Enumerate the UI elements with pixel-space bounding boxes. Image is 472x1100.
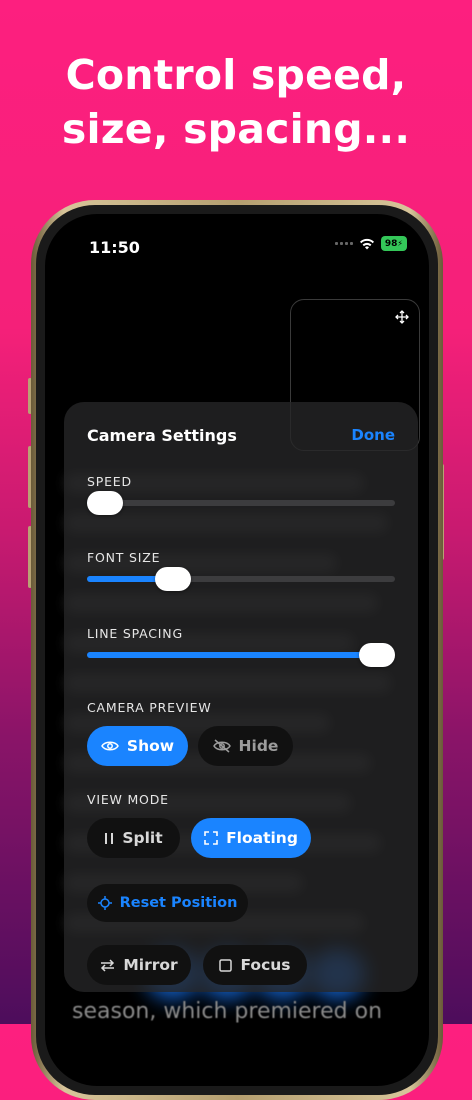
battery-icon: 98⚡: [380, 236, 407, 251]
done-button[interactable]: Done: [351, 426, 395, 444]
swap-arrows-icon: [101, 958, 115, 972]
teleprompter-line: season, which premiered on: [72, 999, 383, 1024]
phone-frame: 11:50 98⚡ season, which premiered on Cam…: [31, 200, 443, 1100]
floating-mode-button[interactable]: Floating: [191, 818, 311, 858]
split-mode-button[interactable]: Split: [87, 818, 180, 858]
speed-label: SPEED: [87, 474, 132, 489]
view-mode-label: VIEW MODE: [87, 792, 169, 807]
slider-thumb[interactable]: [155, 567, 192, 591]
line-spacing-label: LINE SPACING: [87, 626, 183, 641]
hide-label: Hide: [238, 737, 279, 755]
panel-title: Camera Settings: [87, 426, 237, 445]
expand-corners-icon: [204, 831, 218, 845]
reset-position-button[interactable]: Reset Position: [87, 884, 248, 922]
show-label: Show: [126, 737, 175, 755]
wifi-icon: [359, 238, 374, 249]
eye-icon: [101, 741, 119, 751]
focus-label: Focus: [240, 956, 291, 974]
camera-preview-label: CAMERA PREVIEW: [87, 700, 212, 715]
reset-position-label: Reset Position: [119, 895, 238, 911]
phone-screen: 11:50 98⚡ season, which premiered on Cam…: [45, 214, 429, 1086]
status-bar-icons: 98⚡: [334, 236, 407, 251]
cellular-signal-icon: [334, 242, 353, 245]
camera-settings-panel: Camera Settings Done SPEED FONT SIZE LIN…: [64, 402, 418, 992]
headline: Control speed, size, spacing...: [0, 48, 472, 156]
mirror-label: Mirror: [123, 956, 178, 974]
line-spacing-slider[interactable]: [87, 643, 395, 667]
square-icon: [219, 958, 233, 972]
floating-label: Floating: [226, 829, 298, 847]
status-time: 11:50: [89, 238, 140, 257]
mirror-button[interactable]: Mirror: [87, 945, 191, 985]
split-label: Split: [122, 829, 163, 847]
hide-preview-button[interactable]: Hide: [198, 726, 293, 766]
show-preview-button[interactable]: Show: [87, 726, 188, 766]
focus-button[interactable]: Focus: [203, 945, 307, 985]
headline-line-2: size, spacing...: [61, 105, 411, 153]
speed-slider[interactable]: [87, 491, 395, 515]
slider-thumb[interactable]: [358, 643, 395, 667]
font-size-slider[interactable]: [87, 567, 395, 591]
battery-level: 98: [384, 239, 398, 249]
headline-line-1: Control speed,: [65, 51, 407, 99]
font-size-label: FONT SIZE: [87, 550, 161, 565]
slider-thumb[interactable]: [87, 491, 124, 515]
slider-fill: [87, 652, 377, 658]
pause-bars-icon: [105, 832, 114, 844]
crosshair-icon: [97, 896, 112, 910]
move-icon[interactable]: [395, 310, 409, 324]
eye-off-icon: [212, 739, 231, 753]
